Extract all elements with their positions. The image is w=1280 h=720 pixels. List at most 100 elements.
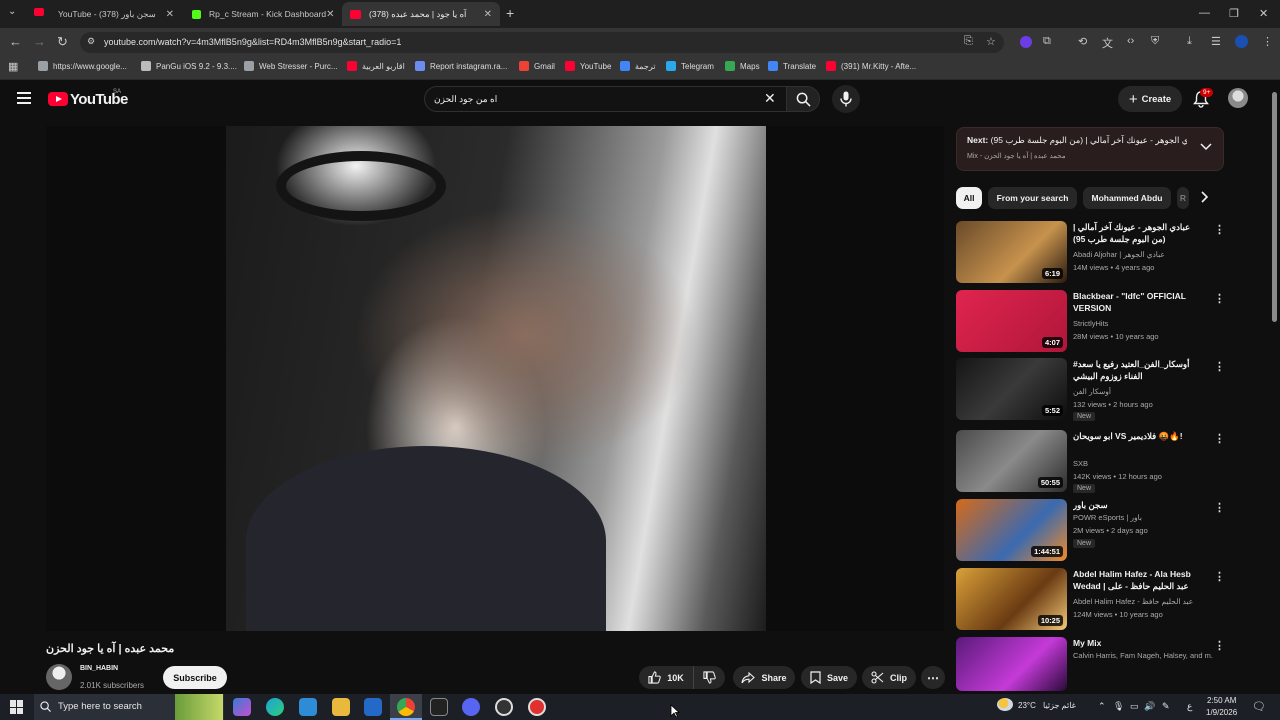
recommendation-title[interactable]: My Mix	[1073, 637, 1205, 649]
tab-kick-dashboard[interactable]: Rp_c Stream - Kick Dashboard ✕	[184, 2, 340, 26]
more-vertical-icon[interactable]: ⋮	[1214, 432, 1225, 445]
bookmark-item[interactable]: Report instagram.ra...	[415, 61, 507, 71]
search-button[interactable]	[786, 86, 820, 112]
bookmark-item[interactable]: YouTube	[565, 61, 611, 71]
windows-start-icon[interactable]	[10, 700, 24, 714]
minimize-icon[interactable]: —	[1199, 7, 1210, 19]
chip-from-your-search[interactable]: From your search	[988, 187, 1077, 209]
page-scrollbar[interactable]	[1272, 92, 1277, 322]
more-vertical-icon[interactable]: ⋮	[1214, 501, 1225, 514]
reading-list-icon[interactable]: ☰	[1211, 35, 1221, 48]
bookmark-item[interactable]: Maps	[725, 61, 760, 71]
channel-name[interactable]: BIN_HABIN	[80, 665, 118, 672]
copilot-app-icon[interactable]	[233, 698, 251, 716]
clear-search-icon[interactable]: ✕	[764, 90, 776, 107]
bookmark-item[interactable]: https://www.google...	[38, 61, 127, 71]
recommendation-item[interactable]: My Mix Calvin Harris, Fam Nageh, Halsey, …	[956, 637, 1226, 701]
clock-date[interactable]: 1/9/2026	[1206, 708, 1237, 717]
epic-games-icon[interactable]	[430, 698, 448, 716]
recommendation-title[interactable]: Blackbear - "Idfc" OFFICIAL VERSION	[1073, 290, 1205, 314]
microphone-tray-icon[interactable]: 🎙	[1113, 701, 1124, 712]
store-app-icon[interactable]	[299, 698, 317, 716]
clock-time[interactable]: 2:50 AM	[1207, 696, 1236, 705]
bookmark-item[interactable]: Gmail	[519, 61, 555, 71]
site-info-icon[interactable]: ⚙	[87, 36, 95, 47]
extension-profile-icon[interactable]	[1020, 36, 1032, 48]
pinned-youtube-tab-icon[interactable]	[34, 8, 44, 16]
save-button[interactable]: Save	[801, 666, 857, 689]
video-thumbnail[interactable]: 5:52	[956, 358, 1067, 420]
vpn-icon[interactable]: ⛨	[1151, 35, 1159, 48]
forward-icon[interactable]: →	[33, 34, 46, 49]
close-icon[interactable]: ✕	[326, 9, 334, 20]
close-icon[interactable]: ✕	[484, 9, 492, 20]
back-icon[interactable]: ←	[9, 34, 22, 49]
outlook-app-icon[interactable]	[364, 698, 382, 716]
translate-icon[interactable]: 文	[1102, 35, 1113, 51]
recommendation-item[interactable]: 6:19 عبادي الجوهر - عيونك آخر آمالي | (من…	[956, 221, 1226, 285]
video-thumbnail[interactable]: 10:25	[956, 568, 1067, 630]
downloads-icon[interactable]: ⤓	[1187, 35, 1192, 48]
recorder-app-icon[interactable]	[528, 698, 546, 716]
like-button[interactable]: 10K	[639, 666, 693, 689]
search-query-text[interactable]: اه من جود الحزن	[434, 94, 497, 105]
recommendation-item[interactable]: 50:55 ابو سويحان VS فلاديمير 🤬🔥! SXB 142K v…	[956, 430, 1226, 494]
clip-button[interactable]: Clip	[862, 666, 916, 689]
volume-icon[interactable]: 🔊	[1144, 701, 1155, 712]
install-app-icon[interactable]: ⎘	[964, 35, 973, 48]
bookmark-item[interactable]: (391) Mr.Kitty - Afte...	[826, 61, 916, 71]
profile-avatar-icon[interactable]	[1235, 35, 1248, 48]
more-vertical-icon[interactable]: ⋮	[1214, 570, 1225, 583]
account-avatar[interactable]	[1228, 88, 1248, 108]
bookmark-star-icon[interactable]: ☆	[986, 35, 996, 48]
bookmark-item[interactable]: اقاربو العربية	[347, 61, 405, 71]
recommendation-channel[interactable]: Abadi Aljohar | عبادي الجوهر	[1073, 250, 1213, 259]
extensions-icon[interactable]: ⧉	[1043, 35, 1051, 48]
devtools-icon[interactable]: ‹›	[1127, 35, 1134, 47]
bookmark-item[interactable]: PanGu iOS 9.2 - 9.3....	[141, 61, 237, 71]
chrome-app-icon[interactable]	[397, 698, 415, 716]
taskbar-search-placeholder[interactable]: Type here to search	[58, 701, 142, 712]
bookmark-item[interactable]: ترجمة	[620, 61, 656, 71]
recommendation-title[interactable]: ابو سويحان VS فلاديمير 🤬🔥!	[1073, 430, 1205, 442]
url-text[interactable]: youtube.com/watch?v=4m3MflB5n9g&list=RD4…	[104, 37, 401, 47]
hamburger-menu-icon[interactable]	[17, 92, 31, 104]
recommendation-item[interactable]: 1:44:51 سجن باور POWR eSports | باور 2M vie…	[956, 499, 1226, 563]
more-vertical-icon[interactable]: ⋮	[1214, 223, 1225, 236]
recommendation-channel[interactable]: StrictlyHits	[1073, 319, 1213, 328]
dislike-button[interactable]	[693, 666, 725, 689]
weather-temp[interactable]: 23°C	[1018, 701, 1036, 710]
close-window-icon[interactable]: ✕	[1259, 7, 1268, 20]
input-language[interactable]: ع	[1187, 701, 1192, 712]
tab-search-icon[interactable]: ⌄	[8, 6, 16, 17]
tab-youtube-power[interactable]: YouTube - سجن باور (378) ✕	[50, 2, 182, 26]
video-thumbnail[interactable]: 6:19	[956, 221, 1067, 283]
notification-center-icon[interactable]: 🗨	[1252, 700, 1266, 713]
recommendation-channel[interactable]: Calvin Harris, Fam Nageh, Halsey, and m.…	[1073, 651, 1213, 660]
channel-avatar[interactable]	[46, 664, 72, 690]
recommendation-title[interactable]: Abdel Halim Hafez - Ala Hesb Wedad | عبد…	[1073, 568, 1205, 594]
chip-mohammed-abdu[interactable]: Mohammed Abdu	[1083, 187, 1171, 209]
voice-search-button[interactable]	[832, 85, 860, 113]
weather-description[interactable]: غائم جزئيا	[1043, 701, 1076, 710]
subscribe-button[interactable]: Subscribe	[163, 666, 227, 689]
youtube-logo-icon[interactable]	[48, 92, 68, 106]
chip-all[interactable]: All	[956, 187, 982, 209]
more-vertical-icon[interactable]: ⋮	[1214, 639, 1225, 652]
more-actions-button[interactable]: ⋯	[921, 666, 945, 689]
file-explorer-icon[interactable]	[332, 698, 350, 716]
bookmark-item[interactable]: Web Stresser - Purc...	[244, 61, 338, 71]
video-thumbnail[interactable]: 4:07	[956, 290, 1067, 352]
video-thumbnail[interactable]	[956, 637, 1067, 691]
recommendation-item[interactable]: 5:52 #أوسكار_الفن_العتيد رفيع يا سعد الفن…	[956, 358, 1226, 422]
chip-partial[interactable]: R	[1177, 187, 1189, 209]
more-vertical-icon[interactable]: ⋮	[1214, 292, 1225, 305]
more-vertical-icon[interactable]: ⋮	[1214, 360, 1225, 373]
bookmark-item[interactable]: Telegram	[666, 61, 714, 71]
history-icon[interactable]: ⟲	[1078, 35, 1087, 48]
browser-menu-icon[interactable]: ⋮	[1262, 35, 1273, 48]
new-tab-button[interactable]: +	[506, 5, 514, 21]
discord-app-icon[interactable]	[462, 698, 480, 716]
edge-app-icon[interactable]	[266, 698, 284, 716]
up-next-panel[interactable]	[956, 127, 1224, 171]
